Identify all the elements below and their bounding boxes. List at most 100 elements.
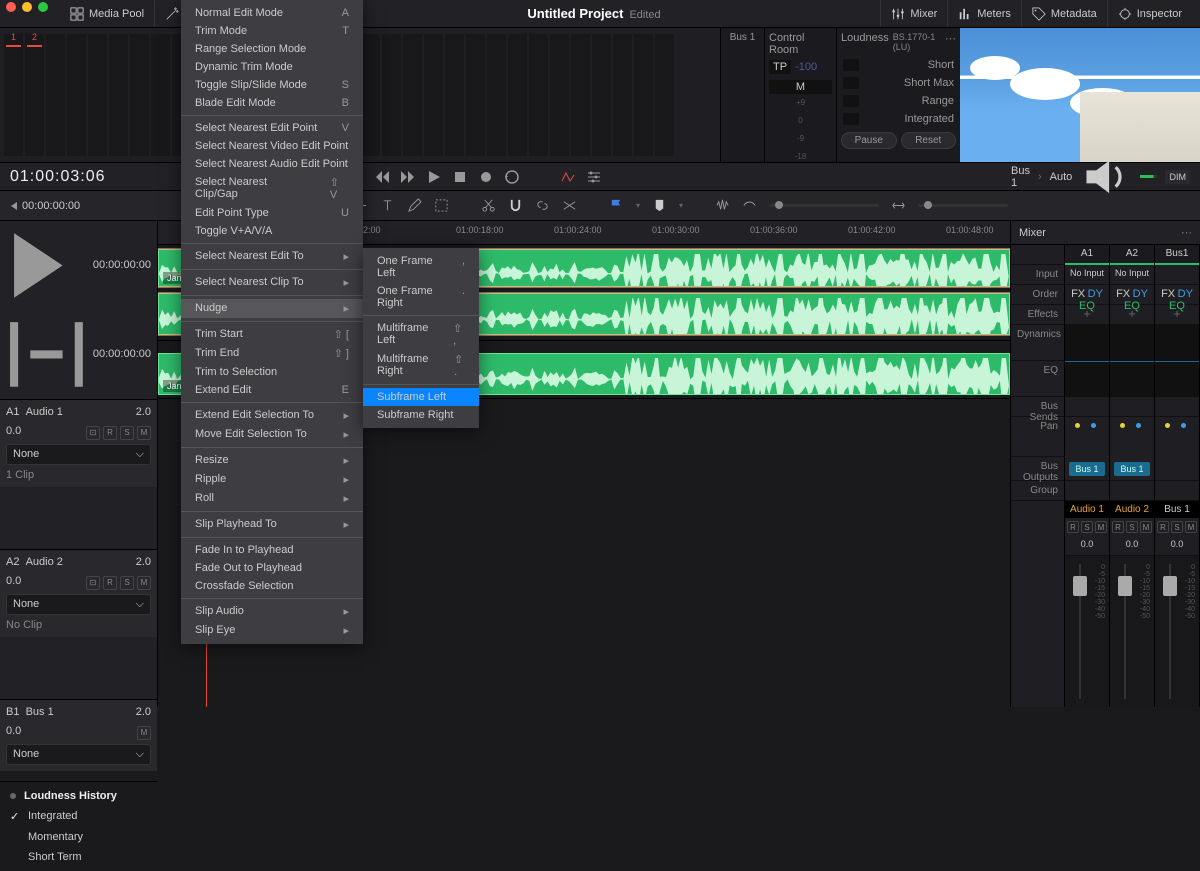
text-tool-icon[interactable] (380, 198, 395, 213)
razor-icon[interactable] (481, 198, 496, 213)
volume-slider[interactable] (1140, 175, 1157, 178)
goto-end-icon[interactable] (6, 225, 87, 306)
track-a1-header[interactable]: A1 Audio 12.0 0.0 ⊡RSM None⌵ 1 Clip (0, 399, 157, 487)
bus-out-label[interactable]: Bus 1 (1011, 165, 1030, 189)
control-room-panel: Control Room TP -100 M +90-9-18 (764, 28, 836, 162)
tc-dur[interactable]: 00:00:00:00 (93, 348, 151, 360)
zoom-slider[interactable] (769, 204, 879, 207)
mixer-menu-icon[interactable]: ⋯ (1181, 226, 1192, 239)
menu-item[interactable]: Multiframe Left⇧ , (363, 319, 479, 350)
b1-level: 0.0 (6, 725, 21, 737)
crossfade-icon[interactable] (562, 198, 577, 213)
loop-icon[interactable] (504, 169, 520, 185)
link-icon[interactable] (535, 198, 550, 213)
menu-item[interactable]: Subframe Right (363, 406, 479, 424)
menu-item[interactable]: Subframe Left (363, 388, 479, 406)
track-a2-header[interactable]: A2 Audio 22.0 0.0 ⊡RSM None⌵ No Clip (0, 549, 157, 637)
video-preview[interactable] (960, 28, 1200, 162)
menu-item[interactable]: Multiframe Right⇧ . (363, 350, 479, 381)
rewind-icon[interactable] (374, 169, 390, 185)
b1-arm-buttons[interactable]: RSM (103, 726, 151, 740)
a2-arm-buttons[interactable]: ⊡RSM (86, 576, 151, 590)
mixer-channel-Bus1[interactable]: Bus1FX DY EQ+Bus 1RSM0.00-5-10-15-20-30-… (1155, 245, 1200, 707)
zoom-icon[interactable] (742, 198, 757, 213)
menu-item[interactable]: Nudge▸ (181, 299, 363, 318)
media-pool-button[interactable]: Media Pool (60, 0, 155, 27)
tc-in[interactable]: 00:00:00:00 (22, 200, 112, 212)
mixer-button[interactable]: Mixer (880, 0, 947, 27)
a2-mode-dropdown[interactable]: None⌵ (6, 594, 151, 615)
a1-mode: None (13, 448, 39, 461)
window-controls[interactable] (6, 2, 48, 12)
h-zoom-slider[interactable] (918, 204, 1008, 207)
tp-value: -100 (795, 61, 817, 73)
menu-item[interactable]: Fade In to Playhead (181, 541, 363, 559)
auto-label[interactable]: Auto (1050, 171, 1073, 183)
pause-button[interactable]: Pause (841, 132, 897, 149)
close-icon[interactable] (6, 2, 16, 12)
sliders-icon (891, 7, 905, 21)
h-scroll-icon[interactable] (891, 198, 906, 213)
menu-item[interactable]: Trim Start⇧ [ (181, 325, 363, 344)
menu-item: Trim ModeT (181, 22, 363, 40)
track-b1-header[interactable]: B1 Bus 12.0 0.0 RSM None⌵ (0, 699, 157, 771)
meters-button[interactable]: Meters (947, 0, 1021, 27)
menu-item[interactable]: Trim to Selection (181, 363, 363, 381)
timecode[interactable]: 01:00:03:06 (10, 168, 140, 186)
menu-item[interactable]: Select Nearest Clip To▸ (181, 273, 363, 292)
automation-icon[interactable] (560, 169, 576, 185)
menu-item[interactable]: Crossfade Selection (181, 577, 363, 595)
b1-mode: None (13, 748, 39, 761)
bus1-label: Bus 1 (725, 32, 760, 43)
a1-arm-buttons[interactable]: ⊡RSM (86, 426, 151, 440)
mixer-channel-A1[interactable]: A1No InputFX DY EQ+Bus 1Audio 1RSM0.00-5… (1065, 245, 1110, 707)
menu-item[interactable]: Select Nearest Edit To▸ (181, 247, 363, 266)
flag-icon[interactable] (609, 198, 624, 213)
menu-item[interactable]: Trim End⇧ ] (181, 344, 363, 363)
menu-item: Select Nearest Audio Edit Point (181, 155, 363, 173)
nudge-submenu[interactable]: One Frame Left,One Frame Right. Multifram… (363, 248, 479, 428)
mixer-channel-A2[interactable]: A2No InputFX DY EQ+Bus 1Audio 2RSM0.00-5… (1110, 245, 1155, 707)
menu-item[interactable]: Extend Edit Selection To▸ (181, 406, 363, 425)
loudness-label: Loudness (841, 32, 889, 56)
inspector-button[interactable]: Inspector (1107, 0, 1192, 27)
settings-icon[interactable] (586, 169, 602, 185)
dim-button[interactable]: DIM (1165, 170, 1190, 184)
metadata-button[interactable]: Metadata (1021, 0, 1107, 27)
duration-icon[interactable] (6, 314, 87, 395)
menu-item[interactable]: Resize▸ (181, 451, 363, 470)
maximize-icon[interactable] (38, 2, 48, 12)
tc-out[interactable]: 00:00:00:00 (93, 259, 151, 271)
menu-item[interactable]: Roll▸ (181, 489, 363, 508)
menu-item[interactable]: Slip Audio▸ (181, 602, 363, 621)
menu-item[interactable]: Ripple▸ (181, 470, 363, 489)
a1-mode-dropdown[interactable]: None⌵ (6, 444, 151, 465)
snap-icon[interactable] (508, 198, 523, 213)
menu-item[interactable]: One Frame Right. (363, 282, 479, 312)
loudness-menu-icon[interactable]: ⋯ (945, 32, 956, 56)
loud-hist-integrated[interactable]: ✓Integrated (0, 806, 157, 827)
b1-mode-dropdown[interactable]: None⌵ (6, 744, 151, 765)
marquee-tool-icon[interactable] (434, 198, 449, 213)
menu-item[interactable]: Normal Edit ModeA (181, 4, 363, 22)
menu-item[interactable]: Slip Playhead To▸ (181, 515, 363, 534)
play-icon[interactable] (426, 169, 442, 185)
minimize-icon[interactable] (22, 2, 32, 12)
menu-item[interactable]: Fade Out to Playhead (181, 559, 363, 577)
marker-icon[interactable] (652, 198, 667, 213)
menu-item[interactable]: One Frame Left, (363, 252, 479, 282)
menu-item[interactable]: Move Edit Selection To▸ (181, 425, 363, 444)
forward-icon[interactable] (400, 169, 416, 185)
loud-hist-short[interactable]: Short Term (0, 847, 157, 867)
trim-context-menu[interactable]: Normal Edit ModeATrim ModeTRange Selecti… (181, 0, 363, 644)
waveform-icon[interactable] (715, 198, 730, 213)
reset-button[interactable]: Reset (901, 132, 957, 149)
menu-item[interactable]: Slip Eye▸ (181, 621, 363, 640)
goto-start-icon[interactable] (8, 201, 18, 211)
menu-item[interactable]: Range Selection Mode (181, 40, 363, 58)
inspector-label: Inspector (1137, 8, 1182, 20)
record-icon[interactable] (478, 169, 494, 185)
loud-hist-momentary[interactable]: Momentary (0, 827, 157, 847)
pencil-tool-icon[interactable] (407, 198, 422, 213)
stop-icon[interactable] (452, 169, 468, 185)
